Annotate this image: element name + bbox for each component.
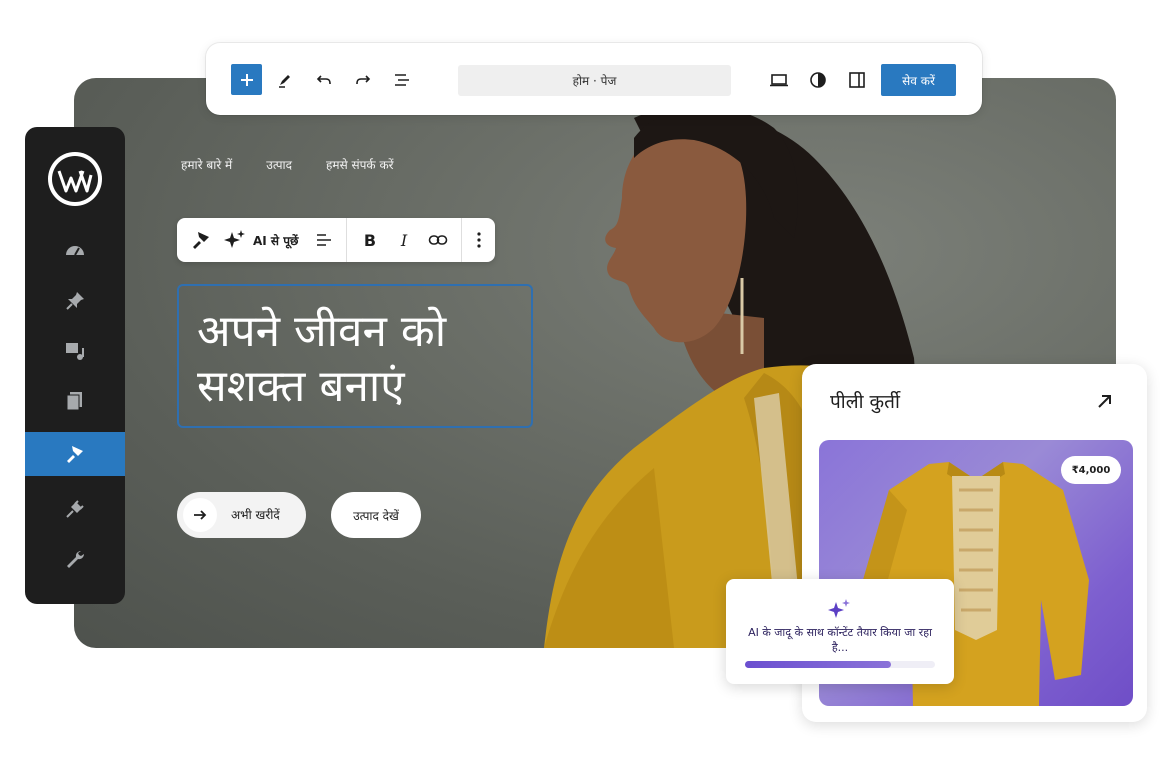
redo-button[interactable] xyxy=(348,65,378,95)
more-vertical-icon xyxy=(477,232,481,248)
link-icon xyxy=(428,235,448,245)
list-view-icon xyxy=(395,74,409,86)
plus-icon xyxy=(240,73,253,86)
plugin-icon xyxy=(66,500,84,518)
arrow-up-right-icon[interactable] xyxy=(1094,390,1116,412)
undo-icon xyxy=(316,75,331,84)
media-icon xyxy=(66,343,84,360)
undo-button[interactable] xyxy=(309,65,339,95)
paintbrush-icon xyxy=(193,232,209,249)
view-products-button[interactable]: उत्पाद देखें xyxy=(331,492,421,538)
sidebar-item-pages[interactable] xyxy=(25,379,125,423)
nav-item-products[interactable]: उत्पाद xyxy=(266,156,292,173)
admin-sidebar xyxy=(25,127,125,604)
wrench-icon xyxy=(67,550,85,568)
sidebar-item-dashboard[interactable] xyxy=(25,229,125,273)
ai-progress-bar xyxy=(745,661,935,668)
redo-icon xyxy=(356,75,371,84)
toolbar-divider xyxy=(346,218,347,262)
sidebar-item-media[interactable] xyxy=(25,329,125,373)
hero-heading[interactable]: अपने जीवन को सशक्त बनाएं xyxy=(197,304,527,414)
dashboard-icon xyxy=(66,246,84,256)
settings-panel-button[interactable] xyxy=(842,65,872,95)
ai-progress-fill xyxy=(745,661,892,668)
site-nav: हमारे बारे में उत्पाद हमसे संपर्क करें xyxy=(181,156,394,173)
pages-icon xyxy=(66,392,82,411)
italic-button[interactable]: I xyxy=(391,218,417,262)
align-left-icon xyxy=(317,234,331,246)
price-badge: ₹4,000 xyxy=(1061,456,1121,484)
arrow-right-icon xyxy=(183,498,217,532)
link-button[interactable] xyxy=(425,218,451,262)
sparkle-icon xyxy=(828,599,850,618)
product-title: पीली कुर्ती xyxy=(830,391,900,413)
sidebar-item-tools[interactable] xyxy=(25,537,125,581)
document-overview-button[interactable] xyxy=(387,65,417,95)
sidebar-item-appearance[interactable] xyxy=(25,432,125,476)
toolbar-divider xyxy=(461,218,462,262)
ai-progress-popup: AI के जादू के साथ कॉन्टेंट तैयार किया जा… xyxy=(726,579,954,684)
sidebar-toggle-icon xyxy=(849,72,865,88)
styles-button[interactable] xyxy=(803,65,833,95)
wordpress-logo[interactable] xyxy=(47,151,103,207)
paintbrush-icon xyxy=(67,446,83,463)
ask-ai-label: AI से पूछें xyxy=(253,233,299,248)
sparkle-icon xyxy=(224,230,245,248)
laptop-icon xyxy=(770,74,788,87)
heading-block[interactable]: अपने जीवन को सशक्त बनाएं xyxy=(177,284,533,428)
pin-icon xyxy=(66,292,84,310)
device-preview-button[interactable] xyxy=(764,65,794,95)
buy-now-label: अभी खरीदें xyxy=(231,508,280,522)
ai-progress-text: AI के जादू के साथ कॉन्टेंट तैयार किया जा… xyxy=(748,626,932,654)
more-options-button[interactable] xyxy=(471,218,487,262)
buy-now-button[interactable]: अभी खरीदें xyxy=(177,492,306,538)
edit-tool-button[interactable] xyxy=(270,65,300,95)
block-toolbar: AI से पूछें B I xyxy=(177,218,495,262)
pencil-icon xyxy=(279,75,290,88)
add-block-button[interactable] xyxy=(231,64,262,95)
sidebar-item-posts[interactable] xyxy=(25,279,125,323)
bold-button[interactable]: B xyxy=(357,218,383,262)
sidebar-item-plugins[interactable] xyxy=(25,487,125,531)
align-button[interactable] xyxy=(311,218,337,262)
page-breadcrumb[interactable]: होम · पेज xyxy=(458,65,731,96)
nav-item-contact[interactable]: हमसे संपर्क करें xyxy=(326,156,394,173)
block-type-button[interactable] xyxy=(187,218,215,262)
nav-item-about[interactable]: हमारे बारे में xyxy=(181,156,232,173)
contrast-icon xyxy=(810,72,826,88)
editor-toolbar: होम · पेज सेव करें xyxy=(206,43,982,115)
save-button[interactable]: सेव करें xyxy=(881,64,956,96)
